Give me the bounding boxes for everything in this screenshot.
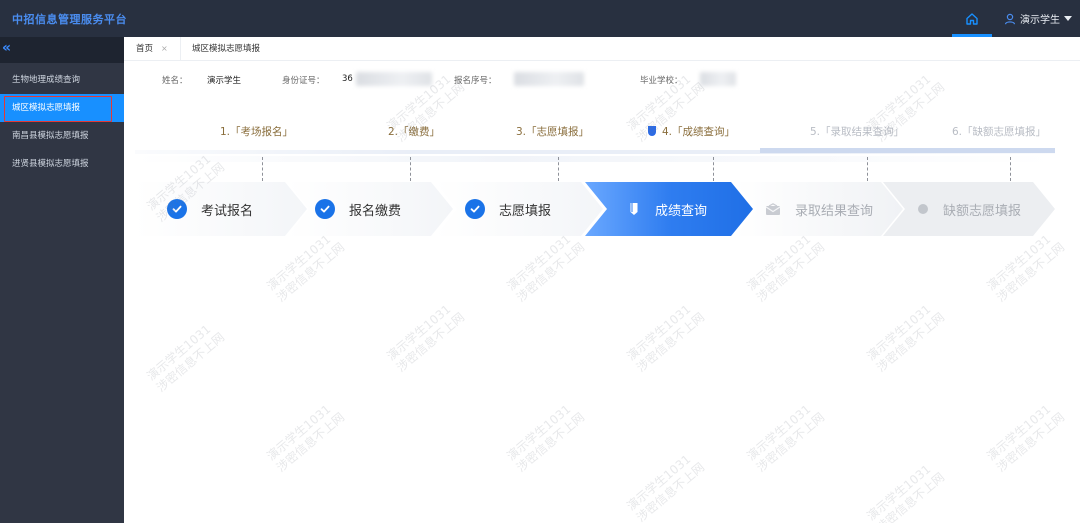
flow-step-label: 录取结果查询	[795, 203, 874, 219]
watermark-text: 演示学生1031 涉密信息不上网	[984, 402, 1068, 475]
step-label-4: 4.「成绩查询」	[648, 124, 735, 139]
step-connector-6	[1010, 157, 1011, 181]
sidebar-item-nanchang-mock-application[interactable]: 南昌县模拟志愿填报	[0, 122, 124, 150]
sidebar-item-bio-geo-score[interactable]: 生物地理成绩查询	[0, 66, 124, 94]
step-connector-3	[558, 157, 559, 181]
step-label-3: 3.「志愿填报」	[516, 126, 590, 138]
progress-track	[135, 146, 1055, 162]
progress-track-future	[760, 148, 1055, 153]
flow-step-label: 成绩查询	[655, 203, 708, 219]
step-connector-1	[262, 157, 263, 181]
step-labels-top: 1.「考场报名」 2.「缴费」 3.「志愿填报」 4.「成绩查询」 5.「录取结…	[124, 122, 1080, 142]
user-menu[interactable]: 演示学生	[1004, 11, 1072, 26]
app-title: 中招信息管理服务平台	[12, 13, 127, 26]
chevron-down-icon	[1064, 16, 1072, 21]
flow-step-application[interactable]: 志愿填报	[435, 182, 603, 236]
sidebar-item-jinxian-mock-application[interactable]: 进贤县模拟志愿填报	[0, 150, 124, 178]
step-label-2: 2.「缴费」	[388, 126, 441, 138]
sidebar-collapse-button[interactable]: «	[0, 37, 124, 63]
registration-number-label: 报名序号：	[454, 76, 497, 86]
name-label: 姓名：	[162, 76, 188, 86]
watermark-text: 演示学生1031 涉密信息不上网	[264, 402, 348, 475]
sidebar-menu: 生物地理成绩查询 城区模拟志愿填报 南昌县模拟志愿填报 进贤县模拟志愿填报	[0, 66, 124, 178]
watermark-text: 演示学生1031 涉密信息不上网	[744, 402, 828, 475]
flow-step-label: 考试报名	[201, 203, 254, 219]
flow-step-admission-result[interactable]: 录取结果查询	[735, 182, 903, 236]
top-bar: 中招信息管理服务平台 演示学生	[0, 0, 1080, 37]
flag-icon	[648, 126, 656, 136]
id-redacted	[356, 72, 432, 86]
step-connector-4	[713, 157, 714, 181]
watermark-text: 演示学生1031 涉密信息不上网	[264, 232, 348, 305]
home-button[interactable]	[952, 0, 992, 37]
watermark-text: 演示学生1031 涉密信息不上网	[624, 452, 708, 523]
watermark-text: 演示学生1031 涉密信息不上网	[744, 232, 828, 305]
tab-current[interactable]: 城区模拟志愿填报	[192, 37, 260, 61]
step-connector-5	[867, 157, 868, 181]
school-redacted	[700, 72, 736, 86]
step-connector-2	[410, 157, 411, 181]
watermark-text: 演示学生1031 涉密信息不上网	[864, 462, 948, 523]
check-icon	[315, 199, 335, 219]
tab-bar: 首页 × 城区模拟志愿填报	[124, 37, 1080, 61]
step-label-6: 6.「缺额志愿填报」	[952, 126, 1047, 138]
flag-icon	[630, 203, 638, 215]
flow-step-exam-registration[interactable]: 考试报名	[135, 182, 307, 236]
step-flow: 考试报名 报名缴费 志愿填报 成绩查询 录取结果查询 缺额志愿填报	[135, 182, 1060, 236]
sidebar-item-city-mock-application[interactable]: 城区模拟志愿填报	[0, 94, 124, 122]
school-label: 毕业学校：	[640, 76, 683, 86]
student-info-row: 姓名： 演示学生 身份证号： 36 报名序号： 毕业学校：	[124, 70, 1080, 90]
dot-icon	[918, 204, 928, 214]
progress-track-glow	[135, 156, 1055, 162]
home-icon	[966, 12, 978, 25]
tab-home-label: 首页	[136, 44, 154, 54]
user-icon	[1004, 13, 1016, 24]
tab-divider	[180, 37, 181, 61]
step-label-4-text: 4.「成绩查询」	[662, 126, 736, 138]
watermark-text: 演示学生1031 涉密信息不上网	[384, 302, 468, 375]
flow-step-payment[interactable]: 报名缴费	[287, 182, 453, 236]
envelope-icon	[765, 202, 781, 215]
watermark-text: 演示学生1031 涉密信息不上网	[504, 232, 588, 305]
flow-step-label: 志愿填报	[499, 203, 552, 219]
watermark-text: 演示学生1031 涉密信息不上网	[624, 302, 708, 375]
name-value: 演示学生	[207, 76, 242, 86]
check-icon	[465, 199, 485, 219]
flow-step-score-query[interactable]: 成绩查询	[585, 182, 753, 236]
id-value: 36	[342, 74, 353, 84]
flow-step-label: 缺额志愿填报	[943, 203, 1022, 219]
flow-step-vacancy-application[interactable]: 缺额志愿填报	[883, 182, 1055, 236]
watermark-text: 演示学生1031 涉密信息不上网	[984, 232, 1068, 305]
watermark-text: 演示学生1031 涉密信息不上网	[864, 302, 948, 375]
flow-step-label: 报名缴费	[349, 203, 402, 219]
tab-home[interactable]: 首页 ×	[136, 37, 168, 61]
registration-number-redacted	[514, 72, 584, 86]
watermark-text: 演示学生1031 涉密信息不上网	[504, 402, 588, 475]
check-icon	[167, 199, 187, 219]
id-label: 身份证号：	[282, 76, 325, 86]
close-icon[interactable]: ×	[161, 44, 168, 53]
sidebar: « 生物地理成绩查询 城区模拟志愿填报 南昌县模拟志愿填报 进贤县模拟志愿填报	[0, 37, 124, 523]
step-label-5: 5.「录取结果查询」	[810, 126, 905, 138]
watermark-text: 演示学生1031 涉密信息不上网	[144, 322, 228, 395]
user-name: 演示学生	[1020, 15, 1060, 26]
double-chevron-left-icon: «	[2, 40, 12, 56]
step-label-1: 1.「考场报名」	[220, 126, 294, 138]
